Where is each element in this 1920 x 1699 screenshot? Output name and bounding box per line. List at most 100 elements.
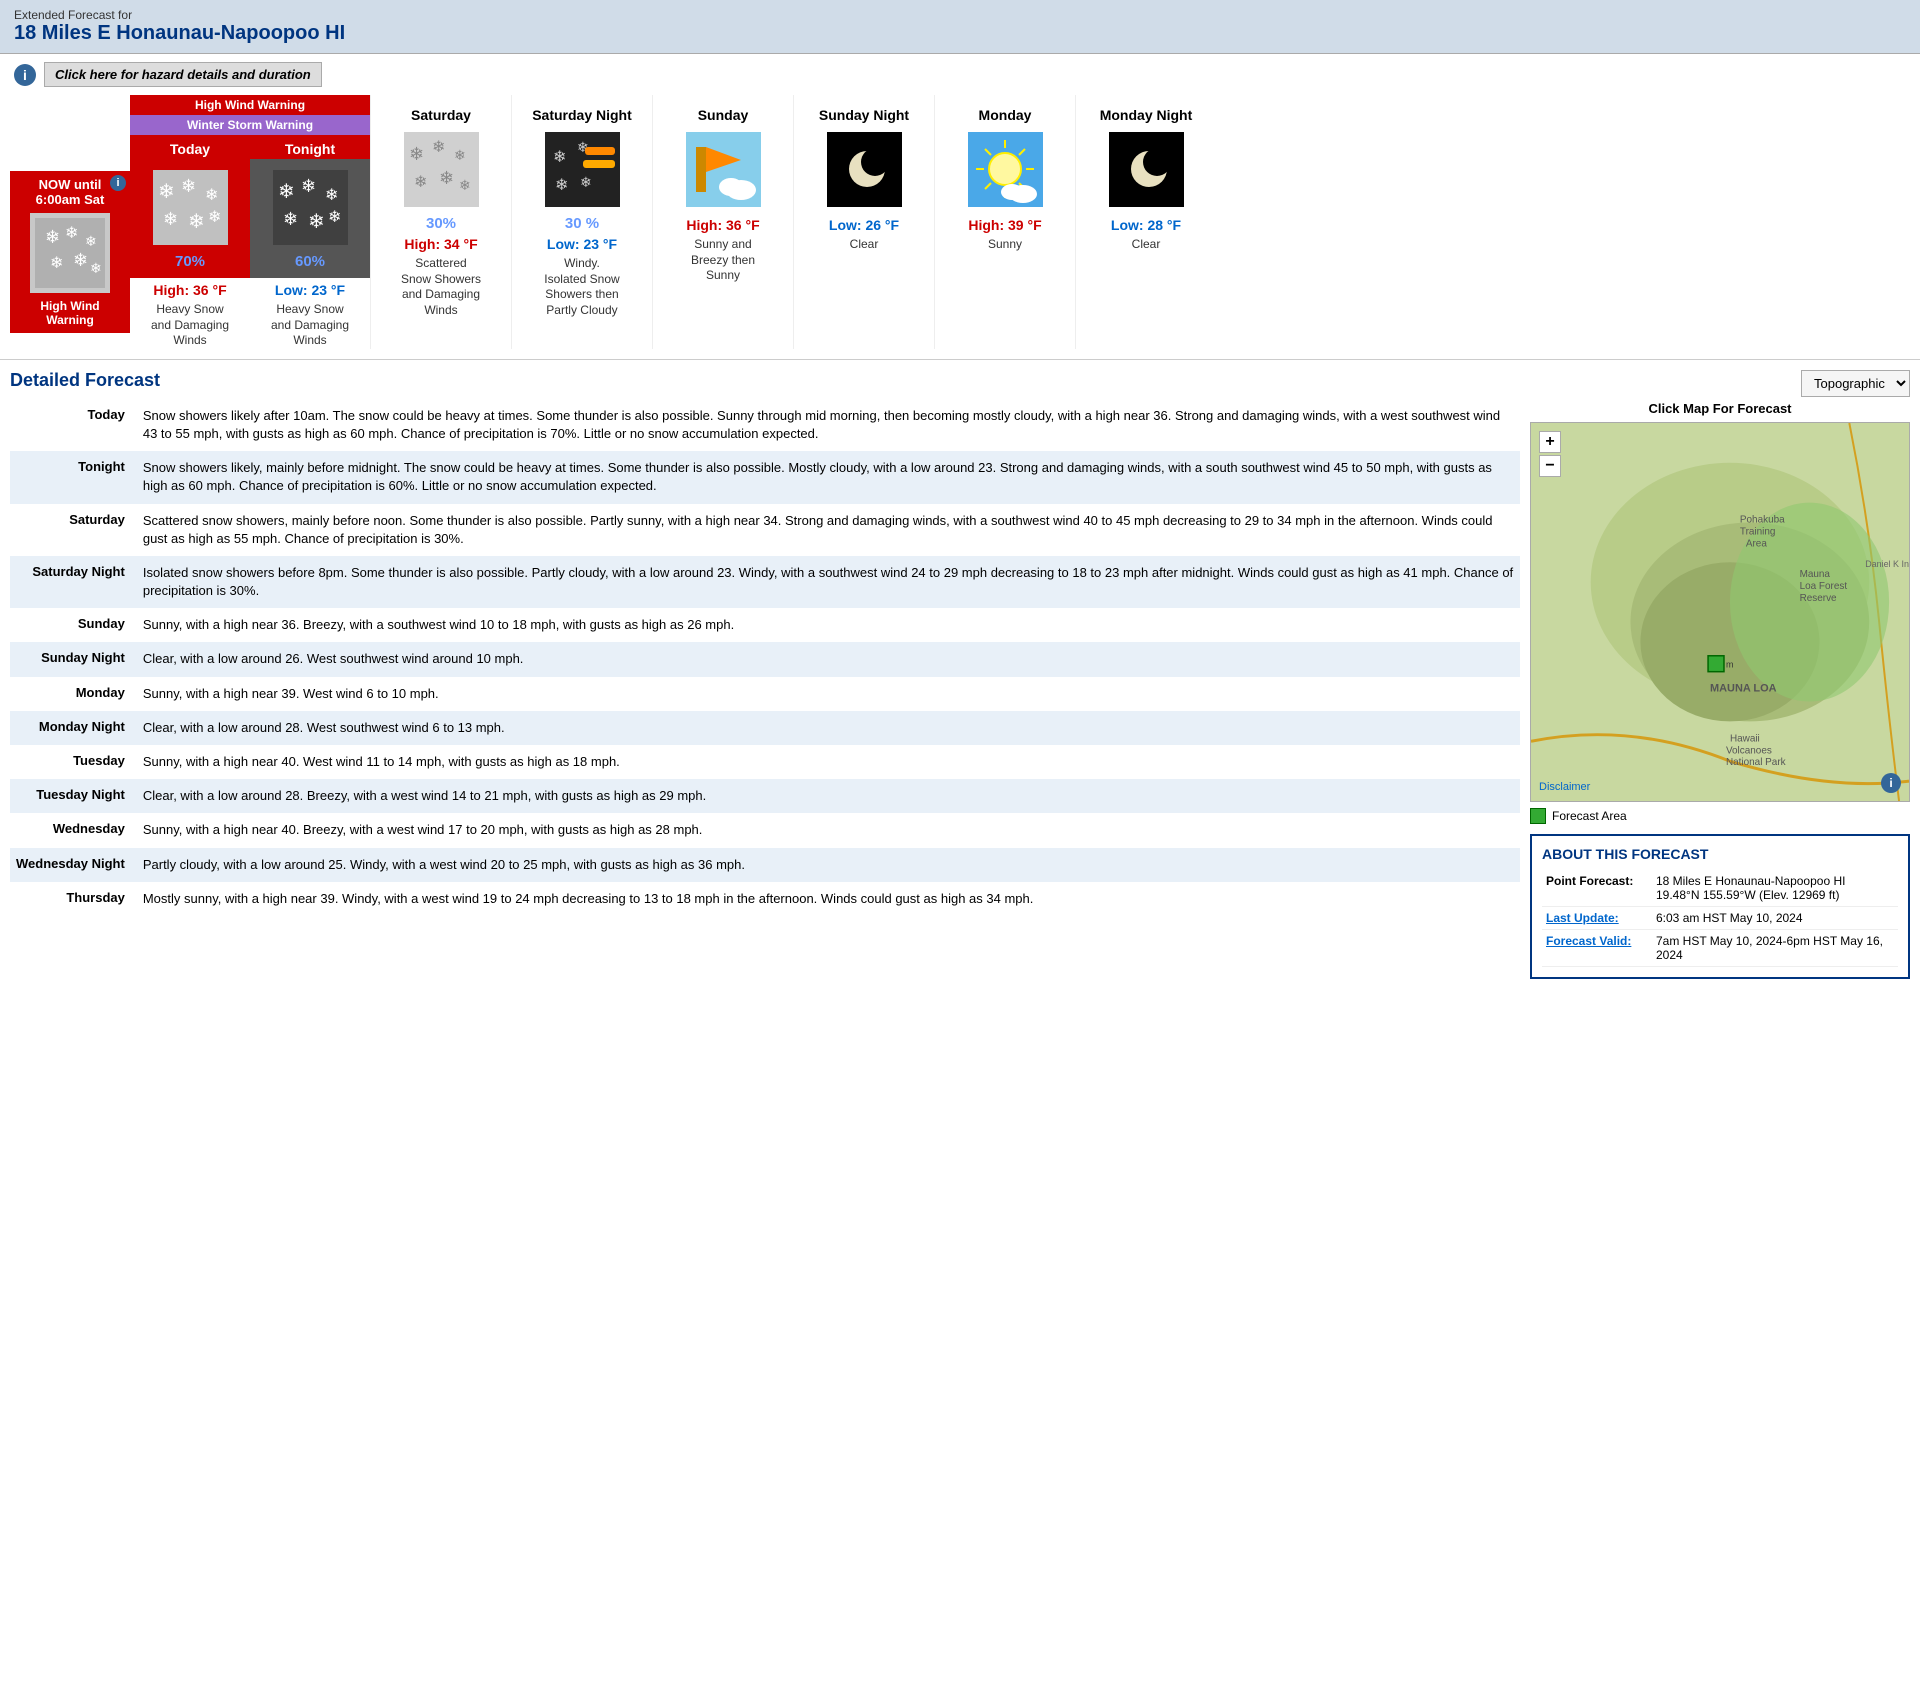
sunday-night-icon — [824, 129, 904, 209]
monday-desc: Sunny — [988, 237, 1022, 253]
map-controls: Topographic — [1530, 370, 1910, 397]
svg-text:❄: ❄ — [283, 209, 298, 229]
monday-temp: High: 39 °F — [968, 217, 1041, 233]
monday-night-col: Monday Night Low: 28 °F Clear — [1075, 95, 1216, 349]
header-subtitle: Extended Forecast for — [14, 8, 1906, 22]
monday-icon — [965, 129, 1045, 209]
page-header: Extended Forecast for 18 Miles E Honauna… — [0, 0, 1920, 54]
saturday-night-temp: Low: 23 °F — [547, 236, 617, 252]
sunday-col: Sunday High: 36 °F Sunny andBreezy thenS… — [652, 95, 793, 349]
period-name: Tonight — [10, 451, 137, 503]
sunday-icon — [683, 129, 763, 209]
saturday-night-icon: ❄ ❄ ❄ ❄ — [542, 129, 622, 209]
saturday-icon: ❄ ❄ ❄ ❄ ❄ ❄ — [401, 129, 481, 209]
tonight-precip: 60% — [295, 253, 325, 270]
table-row: Monday Sunny, with a high near 39. West … — [10, 677, 1520, 711]
svg-text:❄: ❄ — [301, 176, 316, 196]
period-name: Saturday Night — [10, 556, 137, 608]
today-desc: Heavy Snowand DamagingWinds — [151, 302, 229, 349]
svg-text:❄: ❄ — [432, 139, 445, 156]
svg-text:❄: ❄ — [553, 149, 566, 166]
table-row: Tonight Snow showers likely, mainly befo… — [10, 451, 1520, 503]
map-info-icon[interactable]: i — [1881, 773, 1901, 793]
svg-text:❄: ❄ — [188, 211, 205, 233]
now-info-icon[interactable]: i — [110, 175, 126, 191]
forecast-table: Today Snow showers likely after 10am. Th… — [10, 399, 1520, 916]
sunday-night-label: Sunday Night — [804, 101, 924, 125]
svg-text:❄: ❄ — [580, 174, 592, 190]
monday-night-icon — [1106, 129, 1186, 209]
svg-text:Pohakuba: Pohakuba — [1740, 514, 1785, 525]
forecast-valid-label: Forecast Valid: — [1542, 929, 1652, 966]
tonight-desc: Heavy Snowand DamagingWinds — [271, 302, 349, 349]
saturday-temp: High: 34 °F — [404, 236, 477, 252]
period-text: Sunny, with a high near 39. West wind 6 … — [137, 677, 1520, 711]
now-label: NOW until6:00am Sat — [36, 177, 105, 207]
today-tonight-group: High Wind Warning Winter Storm Warning T… — [130, 95, 370, 349]
tonight-icon: ❄ ❄ ❄ ❄ ❄ ❄ — [270, 167, 350, 247]
svg-text:❄: ❄ — [308, 211, 325, 233]
period-text: Clear, with a low around 28. Breezy, wit… — [137, 779, 1520, 813]
svg-text:❄: ❄ — [325, 187, 338, 204]
legend-color-box — [1530, 808, 1546, 824]
svg-text:Volcanoes: Volcanoes — [1726, 745, 1772, 756]
map-container[interactable]: Pohakuba Training Area Mauna Loa Forest … — [1530, 422, 1910, 802]
period-text: Sunny, with a high near 40. West wind 11… — [137, 745, 1520, 779]
detailed-forecast-title: Detailed Forecast — [10, 370, 1520, 391]
period-name: Wednesday Night — [10, 848, 137, 882]
saturday-night-precip: 30 % — [565, 215, 599, 232]
period-name: Monday — [10, 677, 137, 711]
saturday-desc: ScatteredSnow Showersand DamagingWinds — [401, 256, 481, 318]
svg-text:Reserve: Reserve — [1800, 593, 1837, 604]
svg-text:❄: ❄ — [208, 209, 221, 226]
svg-text:❄: ❄ — [205, 187, 218, 204]
period-name: Sunday Night — [10, 642, 137, 676]
right-panel: Topographic Click Map For Forecast Pohak… — [1530, 370, 1910, 979]
point-forecast-value: 18 Miles E Honaunau-Napoopoo HI19.48°N 1… — [1652, 870, 1898, 907]
svg-text:❄: ❄ — [414, 174, 427, 191]
period-text: Scattered snow showers, mainly before no… — [137, 504, 1520, 556]
saturday-night-col: Saturday Night ❄ ❄ ❄ ❄ 30 % Low: 23 °F W… — [511, 95, 652, 349]
period-name: Sunday — [10, 608, 137, 642]
period-name: Today — [10, 399, 137, 451]
svg-text:Hawaii: Hawaii — [1730, 733, 1760, 744]
svg-text:❄: ❄ — [181, 176, 196, 196]
sunday-night-desc: Clear — [850, 237, 879, 253]
hazard-bar: i Click here for hazard details and dura… — [0, 54, 1920, 95]
map-type-select[interactable]: Topographic — [1801, 370, 1910, 397]
today-icon: ❄ ❄ ❄ ❄ ❄ ❄ — [150, 167, 230, 247]
table-row: Today Snow showers likely after 10am. Th… — [10, 399, 1520, 451]
svg-text:Training: Training — [1740, 526, 1776, 537]
svg-text:❄: ❄ — [50, 255, 63, 272]
svg-text:m: m — [1726, 659, 1733, 669]
monday-col: Monday — [934, 95, 1075, 349]
table-row: Saturday Night Isolated snow showers bef… — [10, 556, 1520, 608]
zoom-in-button[interactable]: + — [1539, 431, 1561, 453]
sunday-night-temp: Low: 26 °F — [829, 217, 899, 233]
svg-text:MAUNA LOA: MAUNA LOA — [1710, 682, 1777, 694]
svg-text:❄: ❄ — [454, 147, 466, 163]
disclaimer-link[interactable]: Disclaimer — [1539, 781, 1590, 793]
warning-tags: High Wind Warning Winter Storm Warning — [130, 95, 370, 135]
table-row: Tuesday Sunny, with a high near 40. West… — [10, 745, 1520, 779]
map-disclaimer: Disclaimer — [1539, 781, 1590, 793]
zoom-out-button[interactable]: − — [1539, 455, 1561, 477]
info-icon: i — [14, 64, 36, 86]
table-row: Wednesday Night Partly cloudy, with a lo… — [10, 848, 1520, 882]
table-row: Monday Night Clear, with a low around 28… — [10, 711, 1520, 745]
svg-text:❄: ❄ — [158, 181, 175, 203]
hazard-link[interactable]: Click here for hazard details and durati… — [44, 62, 322, 87]
period-text: Clear, with a low around 28. West southw… — [137, 711, 1520, 745]
period-text: Sunny, with a high near 40. Breezy, with… — [137, 813, 1520, 847]
period-text: Clear, with a low around 26. West southw… — [137, 642, 1520, 676]
saturday-label: Saturday — [381, 101, 501, 125]
svg-text:❄: ❄ — [439, 168, 454, 188]
sunday-desc: Sunny andBreezy thenSunny — [691, 237, 755, 284]
winter-storm-warning-tag: Winter Storm Warning — [130, 115, 370, 135]
svg-text:❄: ❄ — [555, 177, 568, 194]
point-forecast-row: Point Forecast: 18 Miles E Honaunau-Napo… — [1542, 870, 1898, 907]
svg-text:Daniel K Inouye Hwy: Daniel K Inouye Hwy — [1865, 559, 1909, 569]
svg-text:❄: ❄ — [90, 260, 102, 276]
sunday-label: Sunday — [663, 101, 783, 125]
svg-text:❄: ❄ — [45, 227, 60, 247]
